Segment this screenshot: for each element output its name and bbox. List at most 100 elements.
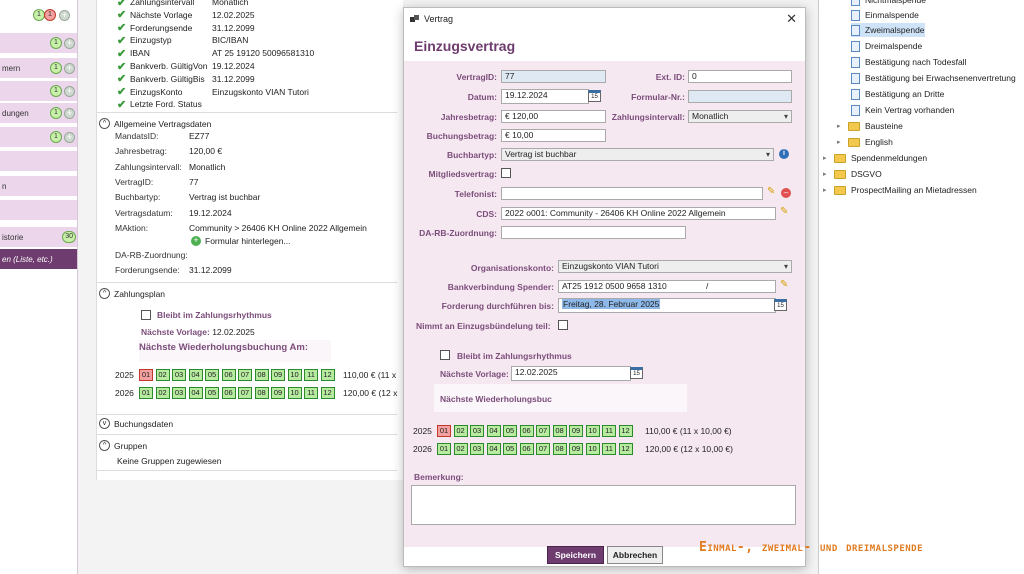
month-cell[interactable]: 11 [602,425,616,437]
month-cell[interactable]: 02 [155,387,170,399]
form-upload-link[interactable]: + Formular hinterlegen... [191,236,291,246]
jahresbetrag-field[interactable]: € 120,00 [501,110,606,123]
tree-item[interactable]: ▸ English [837,135,893,149]
month-cell[interactable]: 03 [470,425,484,437]
save-button[interactable]: Speichern [547,546,604,564]
add-icon[interactable]: + [59,9,70,21]
add-icon[interactable]: + [64,131,75,143]
expand-icon[interactable]: ▸ [837,122,843,130]
tree-item[interactable]: Bestätigung nach Todesfall [851,55,966,69]
sidebar-item[interactable]: dungen 1 + [0,103,77,123]
month-cell[interactable]: 04 [188,369,203,381]
month-cell[interactable]: 11 [304,369,318,381]
tree-item[interactable]: Kein Vertrag vorhanden [851,103,954,117]
month-cell[interactable]: 07 [238,387,252,399]
collapse-icon[interactable]: ^ [99,118,110,129]
vertragid-field[interactable]: 77 [501,70,606,83]
month-cell[interactable]: 08 [254,387,269,399]
month-cell[interactable]: 05 [205,387,219,399]
buchungsbetrag-field[interactable]: € 10,00 [501,129,606,142]
month-cell[interactable]: 08 [552,443,567,455]
tree-item[interactable]: Nichtmalspende [851,0,926,7]
month-cell[interactable]: 02 [155,369,170,381]
month-cell[interactable]: 12 [320,387,335,399]
cancel-button[interactable]: Abbrechen [607,546,663,564]
darb-field[interactable] [501,226,686,239]
month-cell[interactable]: 04 [486,425,501,437]
add-icon[interactable]: + [64,62,75,74]
general-section-header[interactable]: ^ Allgemeine Vertragsdaten [99,118,211,129]
month-cell[interactable]: 03 [470,443,484,455]
month-cell[interactable]: 08 [552,425,567,437]
bank-field[interactable]: AT25 1912 0500 9658 1310 / [558,280,776,293]
cds-field[interactable]: 2022 o001: Community - 26406 KH Online 2… [501,207,776,220]
datum-field[interactable]: 19.12.2024 [501,89,589,104]
sidebar-item[interactable]: 1 + [0,81,77,101]
month-cell[interactable]: 07 [536,443,550,455]
sidebar-item[interactable]: istorie 30 [0,227,77,247]
month-cell[interactable]: 08 [254,369,269,381]
month-cell[interactable]: 05 [205,369,219,381]
intervall-dropdown[interactable]: Monatlich [688,110,792,123]
month-cell[interactable]: 04 [188,387,203,399]
buendelung-checkbox[interactable] [558,320,568,330]
month-cell[interactable]: 12 [618,443,633,455]
zahlungsplan-section-header[interactable]: ^ Zahlungsplan [99,288,165,299]
remove-icon[interactable]: – [781,188,791,198]
month-cell[interactable]: 12 [618,425,633,437]
month-cell[interactable]: 01 [139,387,153,399]
orgkonto-dropdown[interactable]: Einzugskonto VIAN Tutori [558,260,792,273]
expand-icon[interactable]: ▸ [823,170,829,178]
tree-item[interactable]: Bestätigung an Dritte [851,87,944,101]
month-cell[interactable]: 09 [271,369,285,381]
close-icon[interactable]: ✕ [786,11,797,27]
telefonist-field[interactable] [501,187,763,200]
month-cell[interactable]: 06 [519,443,534,455]
calendar-icon[interactable]: 15 [774,299,787,311]
info-icon[interactable]: i [779,149,789,159]
next-vorlage-field[interactable]: 12.02.2025 [511,366,631,381]
month-cell[interactable]: 11 [304,387,318,399]
month-cell[interactable]: 06 [221,369,236,381]
month-cell[interactable]: 01 [437,443,451,455]
edit-icon[interactable]: ✎ [780,206,788,217]
month-cell[interactable]: 06 [519,425,534,437]
forderung-field[interactable]: Freitag, 28. Februar 2025 [558,298,776,313]
calendar-icon[interactable]: 15 [588,90,601,102]
month-cell[interactable]: 03 [172,369,186,381]
sidebar-item[interactable]: 1 + [0,33,77,53]
collapse-icon[interactable]: ^ [99,440,110,451]
rhythm-checkbox[interactable] [141,310,151,320]
month-cell[interactable]: 01 [437,425,451,437]
month-cell[interactable]: 07 [536,425,550,437]
sidebar-item[interactable]: en (Liste, etc.) [0,249,77,269]
sidebar-item[interactable]: n [0,176,77,196]
add-icon[interactable]: + [64,107,75,119]
tree-item[interactable]: ▸ ProspectMailing an Mietadressen [823,183,977,197]
month-cell[interactable]: 09 [569,425,583,437]
month-cell[interactable]: 09 [271,387,285,399]
bemerkung-textarea[interactable] [411,485,796,525]
tree-item[interactable]: ▸ Spendenmeldungen [823,151,927,165]
month-cell[interactable]: 06 [221,387,236,399]
month-cell[interactable]: 09 [569,443,583,455]
calendar-icon[interactable]: 15 [630,367,643,379]
expand-icon[interactable]: v [99,418,110,429]
month-cell[interactable]: 04 [486,443,501,455]
expand-icon[interactable]: ▸ [837,138,843,146]
month-cell[interactable]: 10 [585,425,600,437]
dialog-titlebar[interactable]: Vertrag [404,8,805,30]
tree-item[interactable]: ▸ DSGVO [823,167,882,181]
expand-icon[interactable]: ▸ [823,186,829,194]
month-cell[interactable]: 01 [139,369,153,381]
sidebar-item[interactable] [0,151,77,171]
edit-icon[interactable]: ✎ [780,279,788,290]
month-cell[interactable]: 10 [287,387,302,399]
month-cell[interactable]: 03 [172,387,186,399]
add-icon[interactable]: + [64,85,75,97]
sidebar-item[interactable]: mern 1 + [0,58,77,78]
extid-field[interactable]: 0 [688,70,792,83]
tree-item[interactable]: Bestätigung bei Erwachsenenvertretung [851,71,1016,85]
gruppen-section-header[interactable]: ^ Gruppen [99,440,147,451]
mitglied-checkbox[interactable] [501,168,511,178]
